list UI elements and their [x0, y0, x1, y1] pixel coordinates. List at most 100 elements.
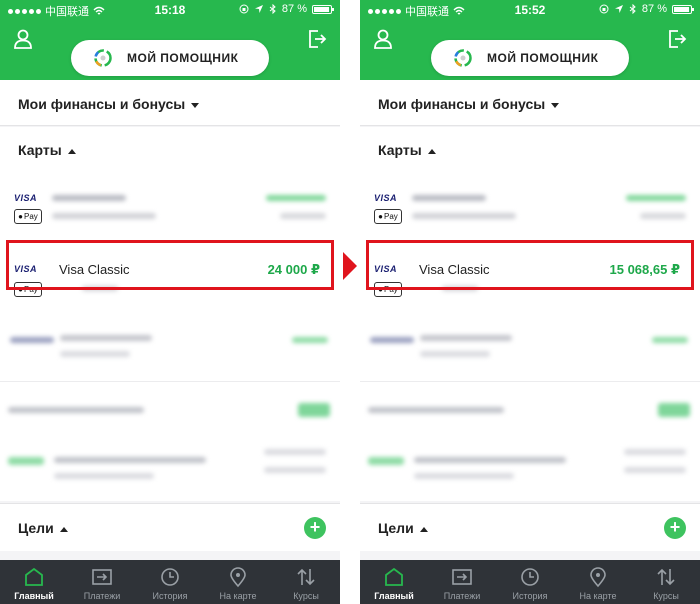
- blurred-sub: [414, 473, 514, 479]
- blurred-sub: [60, 351, 130, 357]
- blurred-balance: [652, 337, 688, 343]
- blurred-card-number: [52, 213, 156, 219]
- location-icon: [254, 5, 263, 13]
- bluetooth-icon: [269, 4, 276, 14]
- chevron-up-icon: [427, 148, 436, 154]
- assistant-button[interactable]: МОЙ ПОМОЩНИК: [71, 40, 269, 76]
- apple-pay-badge: ● Pay: [374, 209, 402, 224]
- blurred-balance: [658, 403, 690, 417]
- phone-screen-before: 中国联通 15:18 87 % МОЙ ПОМОЩНИК Мои финансы…: [0, 0, 340, 604]
- blurred-balance: [264, 449, 326, 455]
- blurred-name: [54, 457, 206, 463]
- phone-screen-after: 中国联通 15:52 87 % МОЙ ПОМОЩНИК Мои финансы…: [360, 0, 700, 604]
- tab-map[interactable]: На карте: [204, 560, 272, 604]
- apple-pay-badge: ● Pay: [14, 209, 42, 224]
- lock-rotation-icon: [239, 4, 249, 14]
- blurred-card-number: [412, 213, 516, 219]
- chevron-up-icon: [419, 526, 428, 532]
- highlight-frame-before: [6, 240, 334, 290]
- arrow-right-icon: [343, 252, 357, 280]
- blurred-name: [414, 457, 566, 463]
- list-item[interactable]: VISA ● Pay: [0, 171, 340, 237]
- tab-map[interactable]: На карте: [564, 560, 632, 604]
- tab-history[interactable]: История: [136, 560, 204, 604]
- battery-icon: [312, 4, 334, 14]
- user-icon[interactable]: [372, 28, 394, 50]
- add-goal-button[interactable]: +: [304, 517, 326, 539]
- blurred-balance: [624, 449, 686, 455]
- finances-section[interactable]: Мои финансы и бонусы: [0, 80, 340, 126]
- blurred-name: [8, 407, 144, 413]
- tab-label: Главный: [14, 591, 54, 601]
- list-item[interactable]: [0, 393, 340, 427]
- assistant-logo-icon: [94, 49, 112, 67]
- blurred-logo: [10, 337, 54, 343]
- highlight-frame-after: [366, 240, 694, 290]
- list-item[interactable]: [360, 443, 700, 483]
- battery-icon: [672, 4, 694, 14]
- tab-rates[interactable]: Курсы: [632, 560, 700, 604]
- status-bar: 中国联通 15:18 87 %: [0, 0, 340, 20]
- finances-section[interactable]: Мои финансы и бонусы: [360, 80, 700, 126]
- tab-history[interactable]: История: [496, 560, 564, 604]
- blurred-sub: [624, 467, 686, 473]
- status-bar: 中国联通 15:52 87 %: [360, 0, 700, 20]
- tab-main[interactable]: Главный: [0, 560, 68, 604]
- user-icon[interactable]: [12, 28, 34, 50]
- map-pin-icon: [590, 567, 606, 588]
- cards-section-header[interactable]: Карты: [360, 127, 700, 171]
- list-item[interactable]: [0, 443, 340, 483]
- cards-title: Карты: [378, 142, 436, 158]
- blurred-balance: [266, 195, 326, 201]
- list-item[interactable]: [360, 393, 700, 427]
- bluetooth-icon: [629, 4, 636, 14]
- blurred-card-name: [412, 195, 486, 201]
- tab-payments[interactable]: Платежи: [428, 560, 496, 604]
- list-item[interactable]: VISA ● Pay: [360, 171, 700, 237]
- tab-main[interactable]: Главный: [360, 560, 428, 604]
- finances-title: Мои финансы и бонусы: [378, 96, 560, 112]
- tab-label: Курсы: [293, 591, 319, 601]
- cards-section-header[interactable]: Карты: [0, 127, 340, 171]
- transfer-icon: [452, 569, 472, 585]
- cards-title: Карты: [18, 142, 76, 158]
- tab-payments[interactable]: Платежи: [68, 560, 136, 604]
- list-item[interactable]: [0, 321, 340, 361]
- logout-icon[interactable]: [666, 28, 688, 50]
- tab-label: История: [512, 591, 548, 601]
- transfer-icon: [92, 569, 112, 585]
- battery-percent: 87 %: [641, 3, 667, 15]
- finances-title: Мои финансы и бонусы: [18, 96, 200, 112]
- plus-icon: +: [669, 517, 681, 537]
- tab-label: На карте: [219, 591, 257, 601]
- cards-list: VISA ● Pay VISA ● Pay Visa Classic 15 068,…: [360, 171, 700, 501]
- tab-rates[interactable]: Курсы: [272, 560, 340, 604]
- location-icon: [614, 5, 623, 13]
- assistant-label: МОЙ ПОМОЩНИК: [127, 51, 239, 65]
- assistant-button[interactable]: МОЙ ПОМОЩНИК: [431, 40, 629, 76]
- divider: [0, 381, 340, 382]
- clock-icon: [161, 568, 179, 586]
- divider: [360, 381, 700, 382]
- blurred-sub: [640, 213, 686, 219]
- goals-section[interactable]: Цели +: [360, 503, 700, 551]
- sort-arrows-icon: [297, 568, 315, 586]
- battery-percent: 87 %: [281, 3, 307, 15]
- blurred-sub: [280, 213, 326, 219]
- blurred-card-name: [52, 195, 126, 201]
- goals-section[interactable]: Цели +: [0, 503, 340, 551]
- visa-logo: VISA: [14, 193, 38, 203]
- blurred-logo: [370, 337, 414, 343]
- cards-list: VISA ● Pay VISA ● Pay Visa Classic 24 000 …: [0, 171, 340, 501]
- blurred-logo: [368, 457, 404, 465]
- tab-label: Главный: [374, 591, 414, 601]
- apple-icon: ●: [18, 212, 24, 221]
- plus-icon: +: [309, 517, 321, 537]
- list-item[interactable]: [360, 321, 700, 361]
- goals-title: Цели: [18, 520, 68, 536]
- sort-arrows-icon: [657, 568, 675, 586]
- add-goal-button[interactable]: +: [664, 517, 686, 539]
- blurred-name: [60, 335, 152, 341]
- logout-icon[interactable]: [306, 28, 328, 50]
- assistant-logo-icon: [454, 49, 472, 67]
